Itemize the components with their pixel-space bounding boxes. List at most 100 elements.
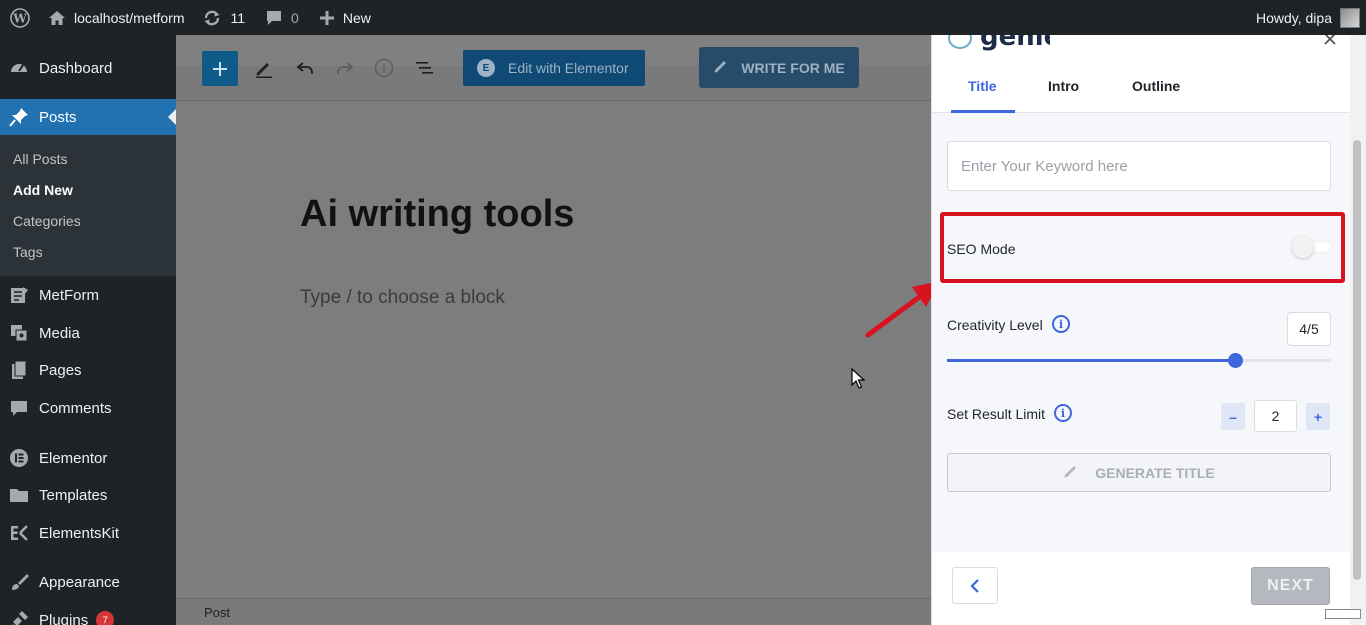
pencil-icon bbox=[256, 63, 272, 78]
list-view-button[interactable] bbox=[413, 57, 435, 79]
menu-dashboard[interactable]: Dashboard bbox=[0, 50, 176, 86]
tab-outline[interactable]: Outline bbox=[1132, 78, 1180, 94]
edit-with-elementor-button[interactable]: E Edit with Elementor bbox=[463, 50, 645, 86]
decrement-button[interactable]: – bbox=[1221, 403, 1245, 430]
slider-thumb[interactable] bbox=[1228, 353, 1243, 368]
menu-label-templates: Templates bbox=[39, 486, 108, 504]
seo-mode-label: SEO Mode bbox=[947, 241, 1016, 257]
creativity-level-label: Creativity Level bbox=[947, 317, 1043, 333]
list-view-icon bbox=[416, 62, 433, 74]
menu-metform[interactable]: MetForm bbox=[0, 277, 176, 313]
admin-sidebar: Dashboard Posts All Posts Add New Catego… bbox=[0, 35, 176, 625]
media-icon bbox=[9, 323, 29, 343]
post-title[interactable]: Ai writing tools bbox=[300, 193, 574, 236]
pages-icon bbox=[9, 360, 29, 380]
menu-appearance[interactable]: Appearance bbox=[0, 564, 176, 600]
info-circle-icon bbox=[374, 58, 394, 78]
slider-fill bbox=[947, 359, 1235, 362]
write-for-me-button[interactable]: WRITE FOR ME bbox=[699, 47, 859, 88]
wordpress-logo-icon[interactable]: W bbox=[2, 0, 38, 35]
result-limit-value[interactable]: 2 bbox=[1254, 400, 1297, 432]
admin-bar: W localhost/metform 11 0 New Howdy, dipa bbox=[0, 0, 1366, 35]
panel-footer: NEXT bbox=[932, 552, 1351, 625]
write-for-me-label: WRITE FOR ME bbox=[741, 59, 845, 76]
genie-logo-icon bbox=[948, 35, 972, 49]
site-name: localhost/metform bbox=[74, 9, 185, 26]
block-editor: E Edit with Elementor WRITE FOR ME Ai wr… bbox=[176, 35, 931, 625]
redo-button[interactable] bbox=[334, 57, 356, 79]
updates-count: 11 bbox=[230, 9, 246, 26]
home-icon bbox=[48, 10, 66, 26]
editor-footer-breadcrumb: Post bbox=[176, 598, 931, 625]
menu-comments[interactable]: Comments bbox=[0, 390, 176, 426]
submenu-add-new[interactable]: Add New bbox=[13, 182, 73, 198]
creativity-info-icon[interactable]: i bbox=[1052, 315, 1070, 333]
details-button[interactable] bbox=[373, 57, 395, 79]
close-icon[interactable] bbox=[1323, 35, 1337, 52]
block-inserter-button[interactable] bbox=[202, 51, 238, 86]
creativity-slider[interactable] bbox=[947, 353, 1331, 368]
menu-media[interactable]: Media bbox=[0, 315, 176, 351]
comments-link[interactable]: 0 bbox=[265, 0, 299, 35]
back-button[interactable] bbox=[952, 567, 998, 604]
folder-icon bbox=[9, 485, 29, 505]
seo-mode-toggle[interactable] bbox=[1292, 236, 1332, 258]
menu-plugins[interactable]: Plugins 7 bbox=[0, 602, 176, 625]
elementskit-icon bbox=[9, 523, 29, 543]
submenu-all-posts[interactable]: All Posts bbox=[13, 151, 67, 167]
pushpin-icon bbox=[9, 107, 29, 127]
plus-icon bbox=[319, 10, 335, 26]
comments-icon bbox=[9, 398, 29, 418]
toggle-knob bbox=[1292, 236, 1314, 258]
submenu-tags[interactable]: Tags bbox=[13, 244, 43, 260]
menu-label-posts: Posts bbox=[39, 108, 77, 126]
block-placeholder[interactable]: Type / to choose a block bbox=[300, 287, 505, 309]
menu-label-media: Media bbox=[39, 324, 80, 342]
breadcrumb-post[interactable]: Post bbox=[204, 605, 230, 620]
tab-title[interactable]: Title bbox=[968, 78, 997, 94]
resize-handle[interactable] bbox=[1325, 609, 1361, 619]
result-limit-info-icon[interactable]: i bbox=[1054, 404, 1072, 422]
result-limit-label: Set Result Limit bbox=[947, 406, 1046, 422]
plugins-update-badge: 7 bbox=[96, 611, 115, 625]
elementor-logo-icon: E bbox=[477, 59, 495, 77]
dashboard-gauge-icon bbox=[9, 58, 29, 78]
menu-templates[interactable]: Templates bbox=[0, 477, 176, 513]
new-content-link[interactable]: New bbox=[319, 0, 371, 35]
menu-label-elementor: Elementor bbox=[39, 449, 108, 467]
mouse-cursor-icon bbox=[851, 367, 866, 395]
tools-pencil-button[interactable] bbox=[253, 57, 275, 79]
keyword-input[interactable] bbox=[947, 141, 1331, 191]
generate-title-label: GENERATE TITLE bbox=[1095, 464, 1215, 481]
updates-link[interactable]: 11 bbox=[202, 0, 245, 35]
comment-bubble-icon bbox=[265, 9, 283, 27]
my-account[interactable]: Howdy, dipa bbox=[1256, 0, 1366, 35]
edit-with-elementor-label: Edit with Elementor bbox=[508, 60, 629, 76]
menu-posts[interactable]: Posts bbox=[0, 99, 176, 135]
next-button[interactable]: NEXT bbox=[1251, 567, 1330, 605]
creativity-level-value: 4/5 bbox=[1287, 312, 1331, 346]
avatar bbox=[1340, 7, 1360, 28]
menu-label-elementskit: ElementsKit bbox=[39, 524, 120, 542]
active-tab-indicator bbox=[951, 110, 1015, 113]
site-name-link[interactable]: localhost/metform bbox=[48, 0, 184, 35]
menu-elementskit[interactable]: ElementsKit bbox=[0, 515, 176, 551]
menu-pages[interactable]: Pages bbox=[0, 352, 176, 388]
menu-elementor[interactable]: Elementor bbox=[0, 440, 176, 476]
menu-label-comments: Comments bbox=[39, 399, 112, 417]
increment-button[interactable]: + bbox=[1306, 403, 1330, 430]
scrollbar-thumb[interactable] bbox=[1353, 140, 1361, 580]
undo-icon bbox=[296, 62, 313, 74]
undo-button[interactable] bbox=[294, 57, 316, 79]
menu-label-plugins: Plugins bbox=[39, 611, 89, 625]
howdy-greeting: Howdy, dipa bbox=[1255, 9, 1332, 26]
menu-label-pages: Pages bbox=[39, 361, 82, 379]
svg-text:genie: genie bbox=[980, 35, 1050, 51]
refresh-icon bbox=[202, 9, 222, 27]
tab-intro[interactable]: Intro bbox=[1048, 78, 1079, 94]
panel-scrollbar[interactable] bbox=[1350, 35, 1366, 625]
generate-title-button[interactable]: GENERATE TITLE bbox=[947, 453, 1331, 492]
redo-icon bbox=[337, 62, 354, 74]
submenu-categories[interactable]: Categories bbox=[13, 213, 81, 229]
menu-label-dashboard: Dashboard bbox=[39, 59, 113, 77]
